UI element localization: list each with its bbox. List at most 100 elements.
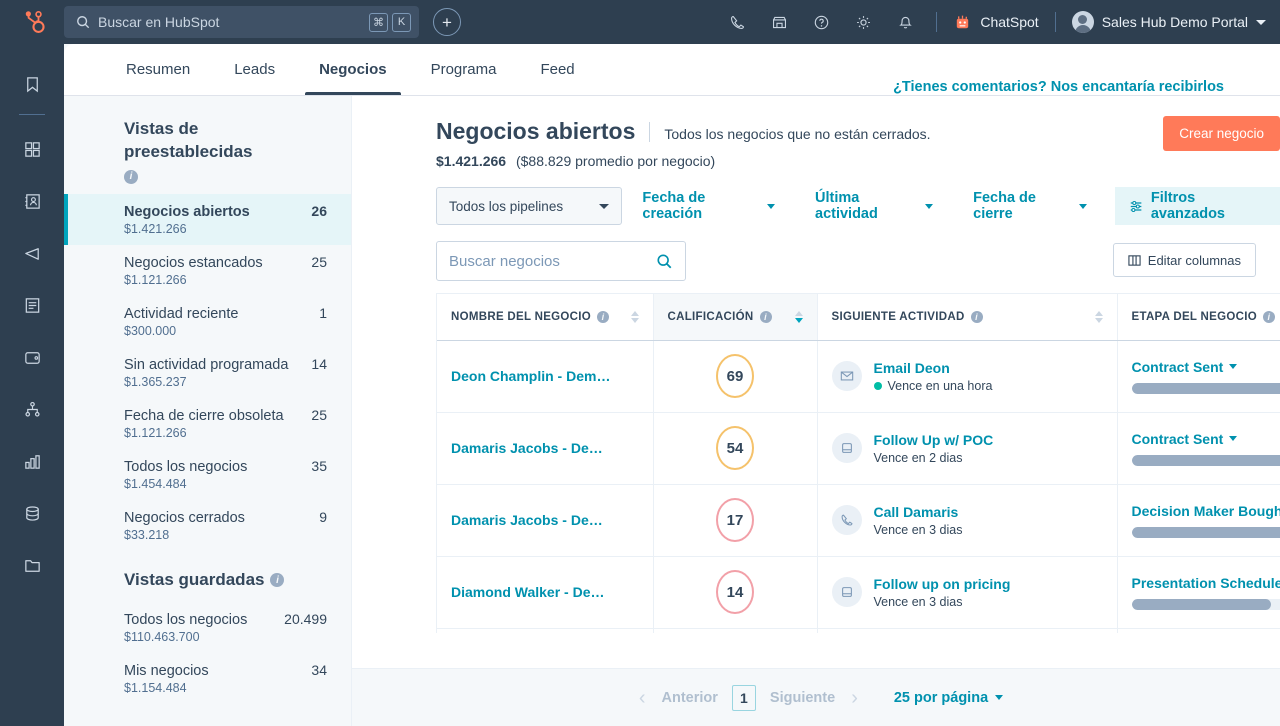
sidebar-item-fecha-de-cierre-obsoleta[interactable]: Fecha de cierre obsoleta 25 $1.121.266 xyxy=(64,398,351,449)
view-amount: $1.365.237 xyxy=(124,374,187,389)
column-label: NOMBRE DEL NEGOCIO xyxy=(451,310,592,323)
sidebar-item-negocios-cerrados[interactable]: Negocios cerrados 9 $33.218 xyxy=(64,500,351,551)
sidebar-item-negocios-estancados[interactable]: Negocios estancados 25 $1.121.266 xyxy=(64,245,351,296)
sort-toggle[interactable] xyxy=(630,310,639,323)
library-icon[interactable] xyxy=(12,539,52,591)
phone-icon[interactable] xyxy=(716,0,758,44)
marketing-icon[interactable] xyxy=(12,227,52,279)
pagination-bar: ‹ Anterior 1 Siguiente › 25 por página xyxy=(352,668,1280,726)
activity-name-link[interactable]: Follow Up w/ POC xyxy=(874,432,994,448)
stage-dropdown[interactable]: Decision Maker Bought- xyxy=(1132,503,1280,519)
gear-icon[interactable] xyxy=(842,0,884,44)
per-page-select[interactable]: 25 por página xyxy=(894,690,1004,706)
global-search-input[interactable]: Buscar en HubSpot ⌘ K xyxy=(64,6,419,38)
activity-name-link[interactable]: Follow up on pricing xyxy=(874,576,1011,592)
create-deal-button[interactable]: Crear negocio xyxy=(1163,116,1280,151)
sidebar-item-todos-los-negocios[interactable]: Todos los negocios 35 $1.454.484 xyxy=(64,449,351,500)
activity-name-link[interactable]: Call Damaris xyxy=(874,504,963,520)
reports-icon[interactable] xyxy=(12,435,52,487)
sidebar-item-sin-actividad-programada[interactable]: Sin actividad programada 14 $1.365.237 xyxy=(64,347,351,398)
info-icon[interactable]: i xyxy=(970,310,983,323)
automation-icon[interactable] xyxy=(12,383,52,435)
column-label: SIGUIENTE ACTIVIDAD xyxy=(831,310,965,323)
table-row[interactable]: Deon Champlin - Dem… 69 Email Deon Vence… xyxy=(437,340,1280,413)
search-icon[interactable] xyxy=(656,253,673,270)
data-icon[interactable] xyxy=(12,487,52,539)
prev-page-button[interactable]: Anterior xyxy=(656,690,724,706)
filter-icon xyxy=(1130,200,1142,212)
sort-toggle[interactable] xyxy=(1094,310,1103,323)
column-header-score[interactable]: CALIFICACIÓN i xyxy=(653,294,818,341)
view-count: 25 xyxy=(311,406,327,423)
hubspot-logo[interactable] xyxy=(0,0,64,44)
pipeline-select[interactable]: Todos los pipelines xyxy=(436,187,623,225)
edit-columns-label: Editar columnas xyxy=(1147,252,1241,268)
feedback-link[interactable]: ¿Tienes comentarios? Nos encantaría reci… xyxy=(893,79,1224,95)
current-page-number[interactable]: 1 xyxy=(731,684,756,711)
dashboard-icon[interactable] xyxy=(12,123,52,175)
search-shortcut: ⌘ K xyxy=(369,12,411,32)
help-icon[interactable] xyxy=(800,0,842,44)
chevron-down-icon xyxy=(599,203,610,209)
bell-icon[interactable] xyxy=(884,0,926,44)
table-row[interactable]: Diamond Walker - De… 14 Follow up on pri… xyxy=(437,556,1280,629)
stage-dropdown[interactable]: Contract Sent xyxy=(1132,359,1280,375)
sidebar-item-saved-mis-negocios[interactable]: Mis negocios 34 $1.154.484 xyxy=(64,653,351,704)
deal-name-link[interactable]: Damaris Jacobs - De… xyxy=(451,440,639,456)
table-row[interactable]: Bobby Pollich - Demo… 12 xyxy=(437,628,1280,633)
sidebar-item-negocios-abiertos[interactable]: Negocios abiertos 26 $1.421.266 xyxy=(64,193,351,245)
sort-toggle[interactable] xyxy=(794,310,803,323)
next-arrow-icon[interactable]: › xyxy=(841,688,868,708)
activity-name-link[interactable]: Email Deon xyxy=(874,360,993,376)
view-label: Actividad reciente xyxy=(124,305,239,322)
commerce-icon[interactable] xyxy=(12,331,52,383)
bookmark-icon[interactable] xyxy=(12,58,52,110)
account-menu[interactable]: Sales Hub Demo Portal xyxy=(1066,11,1266,33)
deal-search-input[interactable]: Buscar negocios xyxy=(436,241,686,281)
filter-fecha-de-cierre[interactable]: Fecha de cierre xyxy=(953,187,1107,225)
prev-arrow-icon[interactable]: ‹ xyxy=(629,688,656,708)
global-search-placeholder: Buscar en HubSpot xyxy=(98,14,220,30)
kbd-k: K xyxy=(392,12,411,32)
view-label: Todos los negocios xyxy=(124,611,248,628)
tab-negocios[interactable]: Negocios xyxy=(297,44,409,95)
tab-leads[interactable]: Leads xyxy=(212,44,297,95)
deal-name-link[interactable]: Damaris Jacobs - De… xyxy=(451,512,639,528)
stage-progress-bar xyxy=(1131,526,1280,538)
sidebar-item-saved-todos-los-negocios[interactable]: Todos los negocios 20.499 $110.463.700 xyxy=(64,602,351,653)
tab-feed[interactable]: Feed xyxy=(518,44,596,95)
column-header-next-activity[interactable]: SIGUIENTE ACTIVIDAD i xyxy=(817,294,1118,341)
filter-ultima-actividad[interactable]: Última actividad xyxy=(795,187,953,225)
activity-due: Vence en 3 dias xyxy=(874,523,963,537)
info-icon[interactable]: i xyxy=(597,310,610,323)
table-row[interactable]: Damaris Jacobs - De… 17 Call Damaris Ven… xyxy=(437,484,1280,557)
tab-programa[interactable]: Programa xyxy=(409,44,519,95)
info-icon[interactable]: i xyxy=(270,573,285,588)
edit-columns-button[interactable]: Editar columnas xyxy=(1112,243,1256,277)
tab-resumen[interactable]: Resumen xyxy=(104,44,212,95)
stage-label: Presentation Scheduled xyxy=(1131,574,1280,591)
marketplace-icon[interactable] xyxy=(758,0,800,44)
table-row[interactable]: Damaris Jacobs - De… 54 Follow Up w/ POC… xyxy=(437,412,1280,485)
column-header-deal-stage[interactable]: ETAPA DEL NEGOCIO i xyxy=(1117,294,1280,341)
info-icon[interactable]: i xyxy=(759,310,772,323)
filter-fecha-de-creacion[interactable]: Fecha de creación xyxy=(622,187,795,225)
info-icon[interactable]: i xyxy=(1262,310,1275,323)
deal-name-link[interactable]: Diamond Walker - De… xyxy=(451,584,639,600)
chatspot-button[interactable]: ChatSpot xyxy=(947,13,1044,32)
chatspot-icon xyxy=(957,15,969,28)
email-icon xyxy=(831,361,862,391)
next-page-button[interactable]: Siguiente xyxy=(764,690,841,706)
advanced-filters-button[interactable]: Filtros avanzados xyxy=(1114,187,1280,225)
stage-dropdown[interactable]: Presentation Scheduled xyxy=(1132,575,1280,591)
content-icon[interactable] xyxy=(12,279,52,331)
contacts-icon[interactable] xyxy=(12,175,52,227)
stage-progress-fill xyxy=(1131,454,1280,466)
info-icon[interactable]: i xyxy=(124,169,138,184)
deal-name-link[interactable]: Deon Champlin - Dem… xyxy=(451,368,639,384)
stage-dropdown[interactable]: Contract Sent xyxy=(1132,431,1280,447)
quick-create-button[interactable]: + xyxy=(433,8,461,36)
column-header-deal-name[interactable]: NOMBRE DEL NEGOCIO i xyxy=(437,294,654,341)
sidebar-item-actividad-reciente[interactable]: Actividad reciente 1 $300.000 xyxy=(64,296,351,347)
columns-icon xyxy=(1128,254,1141,266)
